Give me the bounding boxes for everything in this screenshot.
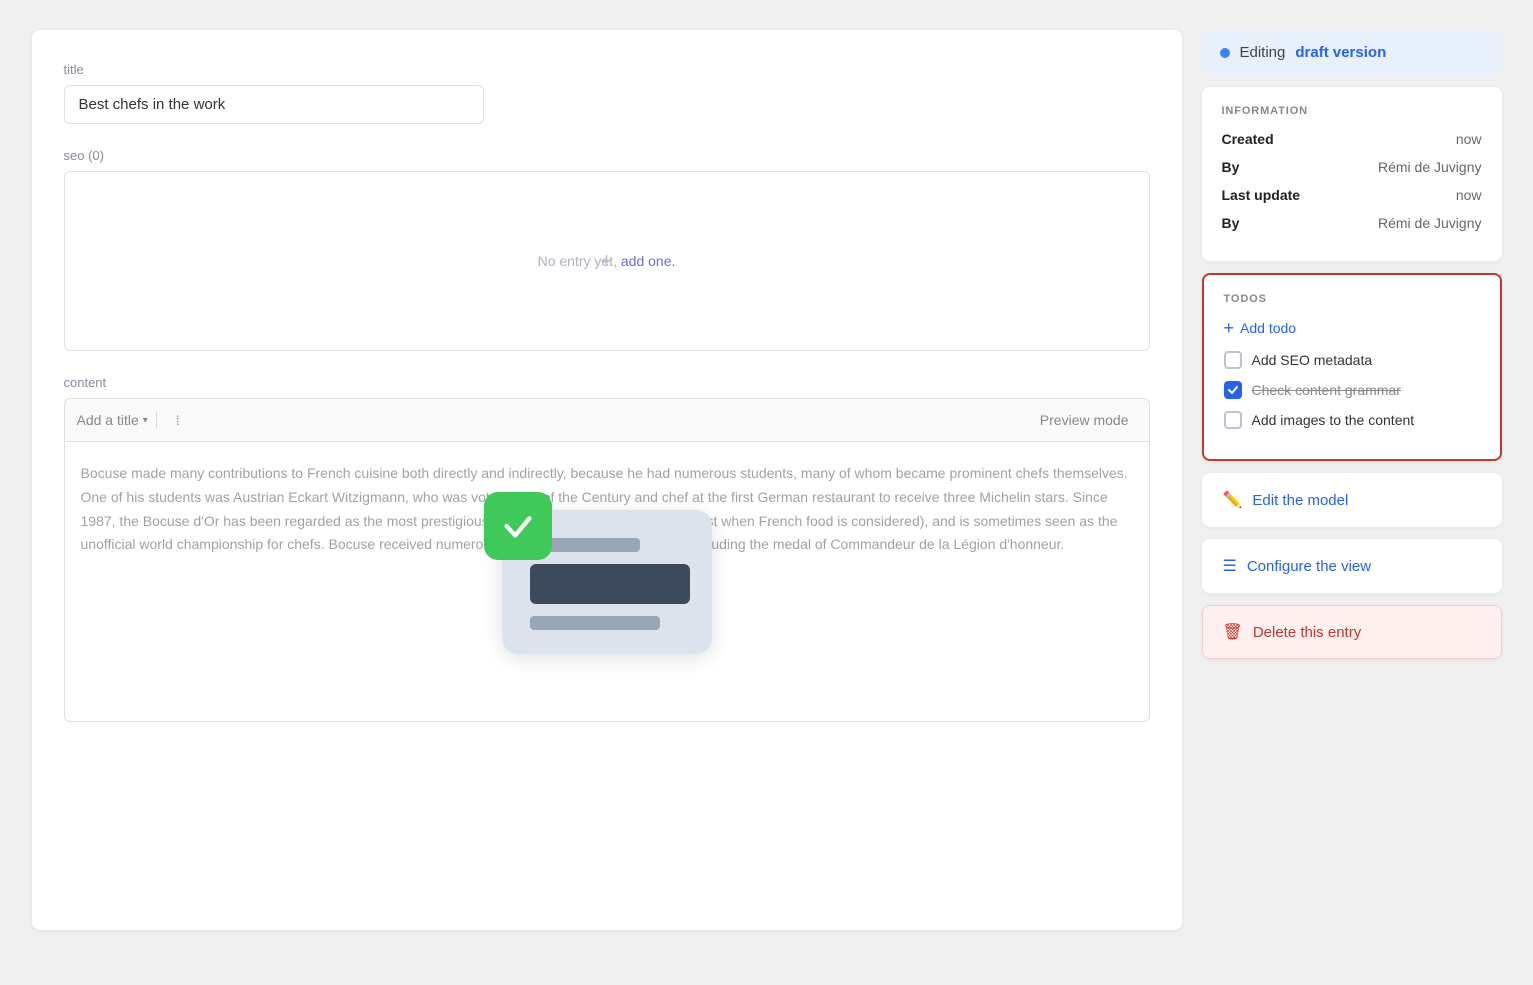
- sidebar: Editing draft version INFORMATION Create…: [1202, 30, 1502, 930]
- info-row-created: Created now: [1222, 131, 1482, 147]
- info-key-last-update: Last update: [1222, 187, 1301, 203]
- info-row-by2: By Rémi de Juvigny: [1222, 215, 1482, 231]
- add-todo-label: Add todo: [1240, 320, 1296, 336]
- info-section-title: INFORMATION: [1222, 105, 1482, 117]
- info-val-by2: Rémi de Juvigny: [1378, 215, 1482, 231]
- info-key-by1: By: [1222, 159, 1240, 175]
- todos-title: TODOS: [1224, 293, 1480, 305]
- toolbar-format-btn[interactable]: ⁞: [165, 407, 191, 433]
- info-val-last-update: now: [1456, 187, 1482, 203]
- content-section: content Add a title ▾ ⁞ Preview mode Boc…: [64, 375, 1150, 722]
- info-key-created: Created: [1222, 131, 1274, 147]
- title-input[interactable]: [64, 85, 484, 124]
- modal-line-2: [530, 564, 690, 604]
- info-val-by1: Rémi de Juvigny: [1378, 159, 1482, 175]
- todo-checkbox-grammar[interactable]: [1224, 381, 1242, 399]
- todo-checkbox-images[interactable]: [1224, 411, 1242, 429]
- editing-version: draft version: [1295, 44, 1386, 61]
- seo-add-link[interactable]: add one.: [621, 253, 676, 269]
- list-icon: ☰: [1223, 556, 1237, 576]
- content-text: Bocuse made many contributions to French…: [81, 462, 1133, 557]
- todos-card: TODOS + Add todo Add SEO metadata Check …: [1202, 273, 1502, 461]
- configure-view-button[interactable]: ☰ Configure the view: [1202, 539, 1502, 593]
- preview-mode-btn[interactable]: Preview mode: [1032, 408, 1137, 432]
- modal-line-3: [530, 616, 660, 630]
- add-todo-button[interactable]: + Add todo: [1224, 319, 1480, 337]
- todo-item-seo: Add SEO metadata: [1224, 351, 1480, 369]
- editing-banner: Editing draft version: [1202, 30, 1502, 75]
- todo-text-seo: Add SEO metadata: [1252, 352, 1373, 368]
- seo-box[interactable]: + No entry yet, add one.: [64, 171, 1150, 351]
- toolbar-add-title[interactable]: Add a title ▾: [77, 412, 148, 428]
- seo-label: seo (0): [64, 148, 1150, 163]
- main-form: title seo (0) + No entry yet, add one. c…: [32, 30, 1182, 930]
- edit-model-button[interactable]: ✏️ Edit the model: [1202, 473, 1502, 527]
- info-val-created: now: [1456, 131, 1482, 147]
- delete-entry-label: Delete this entry: [1253, 624, 1361, 641]
- title-label: title: [64, 62, 1150, 77]
- info-card: INFORMATION Created now By Rémi de Juvig…: [1202, 87, 1502, 261]
- chevron-down-icon: ▾: [143, 415, 148, 426]
- info-key-by2: By: [1222, 215, 1240, 231]
- configure-view-label: Configure the view: [1247, 558, 1371, 575]
- editing-dot: [1220, 48, 1230, 58]
- toolbar-divider: [156, 411, 157, 429]
- pencil-icon: ✏️: [1223, 490, 1243, 510]
- editing-prefix: Editing: [1240, 44, 1286, 61]
- todo-text-grammar: Check content grammar: [1252, 382, 1401, 398]
- trash-icon: 🗑: [1223, 622, 1243, 642]
- todo-item-grammar: Check content grammar: [1224, 381, 1480, 399]
- delete-entry-button[interactable]: 🗑 Delete this entry: [1202, 605, 1502, 659]
- plus-icon: +: [1224, 319, 1235, 337]
- edit-model-label: Edit the model: [1252, 492, 1348, 509]
- info-row-by1: By Rémi de Juvigny: [1222, 159, 1482, 175]
- todo-checkbox-seo[interactable]: [1224, 351, 1242, 369]
- content-label: content: [64, 375, 1150, 390]
- info-row-last-update: Last update now: [1222, 187, 1482, 203]
- todo-text-images: Add images to the content: [1252, 412, 1415, 428]
- todo-item-images: Add images to the content: [1224, 411, 1480, 429]
- seo-plus-icon: +: [600, 248, 613, 274]
- content-body[interactable]: Bocuse made many contributions to French…: [64, 442, 1150, 722]
- content-toolbar: Add a title ▾ ⁞ Preview mode: [64, 398, 1150, 442]
